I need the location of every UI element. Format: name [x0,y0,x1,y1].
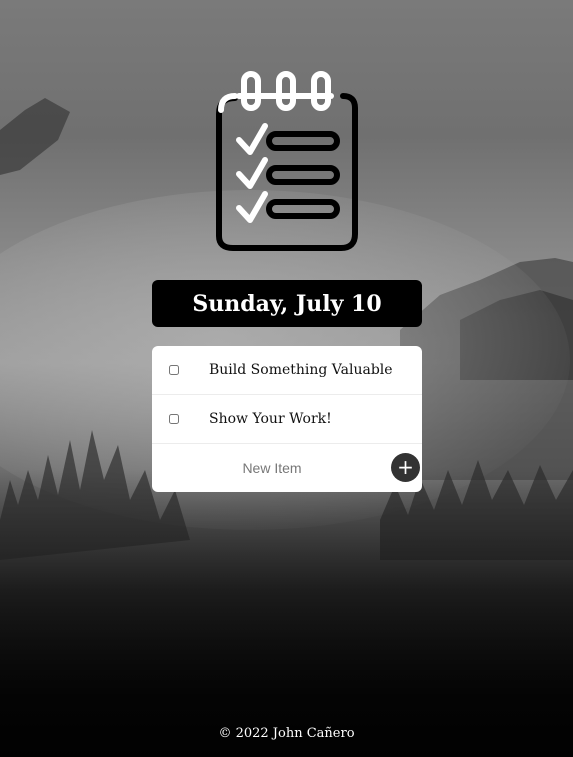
copyright-text: © 2022 John Cañero [218,726,355,741]
add-item-button[interactable]: + [391,453,420,482]
item-checkbox[interactable] [169,365,179,375]
item-label: Show Your Work! [209,411,332,427]
list-item: Build Something Valuable [152,346,422,395]
date-banner: Sunday, July 10 [152,280,422,327]
item-label: Build Something Valuable [209,362,393,378]
list-item: Show Your Work! [152,395,422,444]
new-item-input[interactable] [156,459,388,477]
new-item-row: + [152,444,422,492]
item-checkbox[interactable] [169,414,179,424]
todo-list: Build Something Valuable Show Your Work!… [152,346,422,492]
checklist-notepad-icon [216,71,358,251]
date-heading: Sunday, July 10 [192,290,382,317]
plus-icon: + [397,455,414,479]
footer: © 2022 John Cañero [0,726,573,741]
